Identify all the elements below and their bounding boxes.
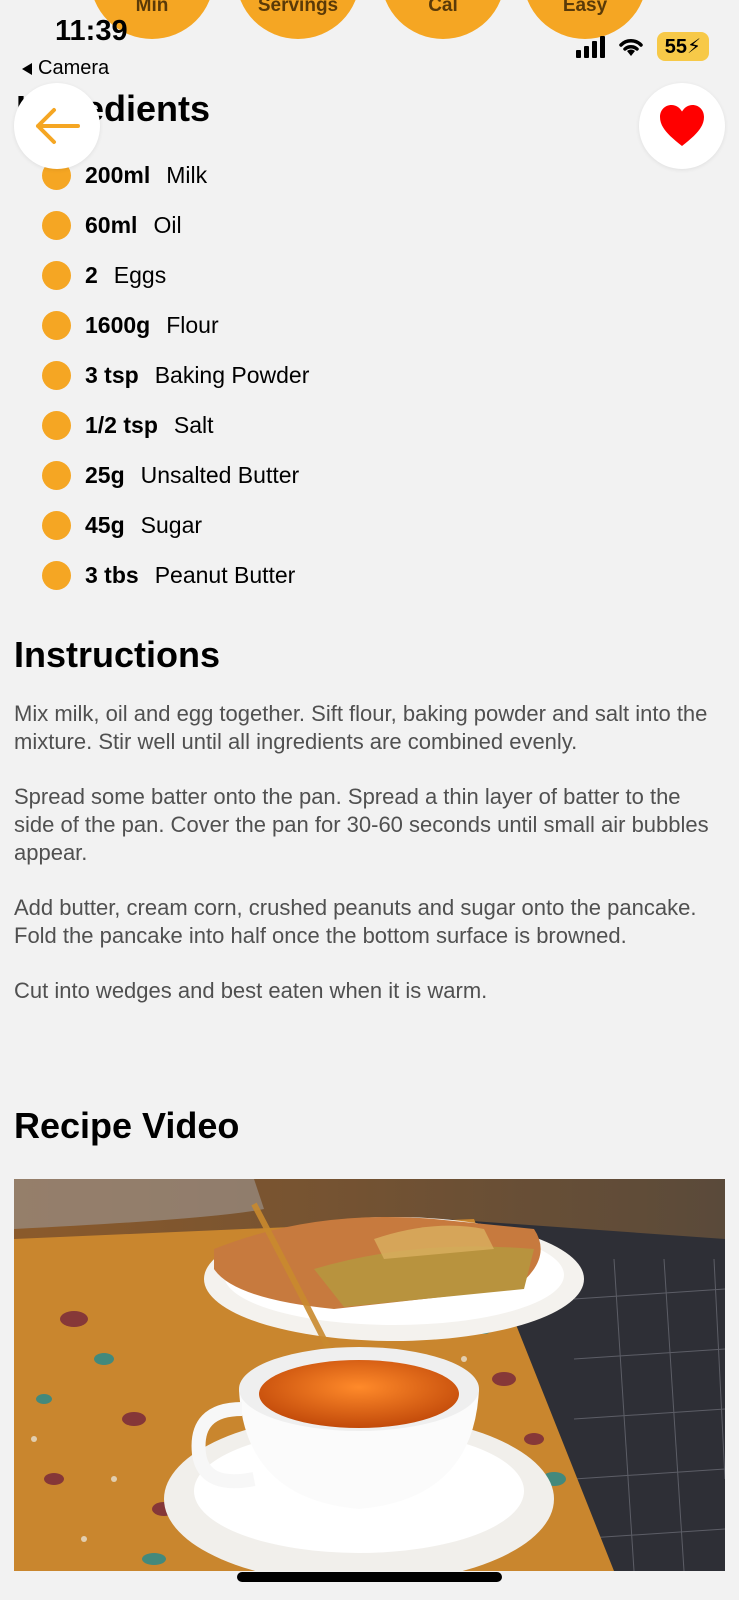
ingredient-item: 2 Eggs (42, 250, 309, 300)
heart-icon (660, 105, 704, 146)
arrow-left-icon (36, 108, 80, 144)
ingredient-qty: 60ml (85, 211, 138, 238)
instruction-step: Spread some batter onto the pan. Spread … (14, 784, 709, 865)
ingredient-item: 45g Sugar (42, 500, 309, 550)
back-triangle-icon (22, 62, 32, 75)
charging-bolt-icon: ⚡ (686, 36, 701, 58)
ingredient-item: 25g Unsalted Butter (42, 450, 309, 500)
instruction-step: Mix milk, oil and egg together. Sift flo… (14, 701, 708, 754)
ingredient-qty: 1/2 tsp (85, 411, 158, 438)
ingredient-qty: 200ml (85, 161, 151, 188)
recipe-video-title: Recipe Video (14, 1105, 240, 1146)
back-to-app[interactable]: Camera (22, 57, 109, 80)
back-app-label: Camera (38, 57, 110, 79)
bullet-icon (42, 410, 71, 440)
battery-indicator: 55⚡ (656, 32, 709, 61)
favorite-button[interactable] (639, 83, 725, 169)
ingredient-item: 3 tbs Peanut Butter (42, 550, 309, 600)
ingredient-qty: 2 (85, 261, 98, 288)
ingredient-qty: 45g (85, 511, 125, 538)
ingredient-item: 3 tsp Baking Powder (42, 350, 309, 400)
recipe-video-player[interactable] (14, 1179, 725, 1571)
wifi-icon (618, 38, 643, 56)
ingredient-name: Salt (173, 411, 214, 438)
ingredient-name: Oil (153, 211, 182, 238)
ingredient-item: 1600g Flour (42, 300, 309, 350)
bullet-icon (42, 560, 71, 590)
bullet-icon (42, 210, 71, 240)
ingredient-name: Baking Powder (154, 361, 310, 388)
battery-level: 55 (664, 36, 687, 58)
ingredient-name: Eggs (113, 261, 167, 288)
status-icons: 55⚡ (575, 32, 709, 61)
stat-cal: Cal (381, 0, 505, 39)
instructions-body: Mix milk, oil and egg together. Sift flo… (14, 700, 726, 1032)
bullet-icon (42, 260, 71, 290)
instructions-title: Instructions (14, 634, 221, 675)
ingredient-name: Unsalted Butter (140, 461, 300, 488)
bullet-icon (42, 510, 71, 540)
cellular-signal-icon (575, 35, 605, 58)
ingredient-name: Milk (166, 161, 208, 188)
ingredient-qty: 1600g (85, 311, 151, 338)
status-time: 11:39 (55, 15, 128, 47)
bullet-icon (42, 310, 71, 340)
video-thumbnail-image (14, 1179, 725, 1571)
ingredient-qty: 25g (85, 461, 125, 488)
bullet-icon (42, 460, 71, 490)
ingredient-qty: 3 tsp (85, 361, 139, 388)
ingredient-name: Sugar (140, 511, 203, 538)
instruction-step: Cut into wedges and best eaten when it i… (14, 978, 488, 1003)
ingredient-item: 1/2 tsp Salt (42, 400, 309, 450)
ingredients-list: 200ml Milk 60ml Oil 2 Eggs 1600g Flour 3… (42, 150, 309, 600)
instruction-step: Add butter, cream corn, crushed peanuts … (14, 895, 697, 948)
home-indicator[interactable] (237, 1572, 502, 1582)
ingredient-item: 60ml Oil (42, 200, 309, 250)
stat-servings: Servings (236, 0, 360, 39)
bullet-icon (42, 360, 71, 390)
back-button[interactable] (14, 83, 100, 169)
ingredient-qty: 3 tbs (85, 561, 139, 588)
ingredient-name: Flour (166, 311, 219, 338)
ingredient-name: Peanut Butter (154, 561, 296, 588)
